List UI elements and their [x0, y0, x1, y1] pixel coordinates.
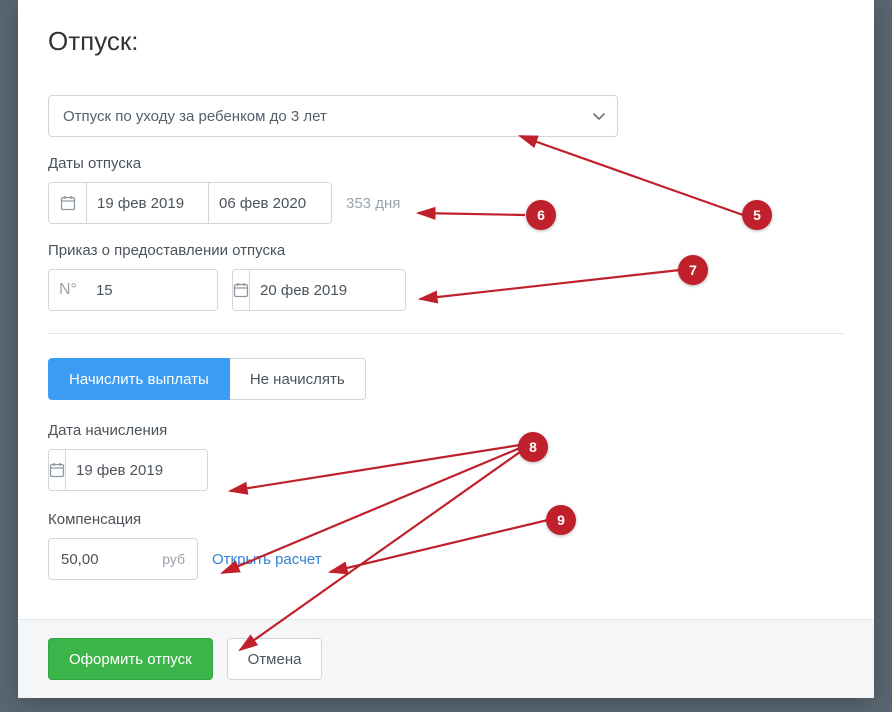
skip-accrue-toggle[interactable]: Не начислять	[230, 358, 366, 400]
modal-footer: Оформить отпуск Отмена	[18, 619, 874, 698]
vacation-modal: Отпуск: Отпуск по уходу за ребенком до 3…	[18, 0, 874, 698]
submit-button[interactable]: Оформить отпуск	[48, 638, 213, 680]
calendar-icon[interactable]	[233, 270, 250, 310]
order-number-field: N°	[48, 269, 218, 311]
modal-header: Отпуск:	[18, 0, 874, 63]
calendar-icon[interactable]	[49, 183, 87, 223]
divider	[48, 333, 844, 334]
calendar-icon[interactable]	[49, 450, 66, 490]
dates-label: Даты отпуска	[48, 155, 844, 172]
accrual-toggle-group: Начислить выплаты Не начислять	[48, 358, 844, 400]
accrue-toggle[interactable]: Начислить выплаты	[48, 358, 230, 400]
modal-body: Отпуск по уходу за ребенком до 3 лет Дат…	[18, 63, 874, 619]
currency-suffix: руб	[150, 551, 197, 567]
accrual-date-input[interactable]	[66, 450, 208, 490]
compensation-input[interactable]	[49, 551, 150, 568]
order-number-input[interactable]	[88, 270, 217, 310]
vacation-type-value: Отпуск по уходу за ребенком до 3 лет	[63, 108, 327, 125]
accrual-date-label: Дата начисления	[48, 422, 844, 439]
open-calculation-link[interactable]: Открыть расчет	[212, 551, 322, 568]
cancel-button[interactable]: Отмена	[227, 638, 323, 680]
accrual-date-field	[48, 449, 208, 491]
order-date-field	[232, 269, 406, 311]
duration-text: 353 дня	[346, 195, 400, 212]
vacation-type-select[interactable]: Отпуск по уходу за ребенком до 3 лет	[48, 95, 618, 137]
order-label: Приказ о предоставлении отпуска	[48, 242, 844, 259]
start-date-input[interactable]	[87, 183, 209, 223]
modal-title: Отпуск:	[48, 26, 844, 57]
vacation-date-range	[48, 182, 332, 224]
order-date-input[interactable]	[250, 270, 406, 310]
compensation-field: руб	[48, 538, 198, 580]
compensation-label: Компенсация	[48, 511, 844, 528]
end-date-input[interactable]	[209, 183, 331, 223]
order-number-prefix: N°	[49, 270, 88, 310]
